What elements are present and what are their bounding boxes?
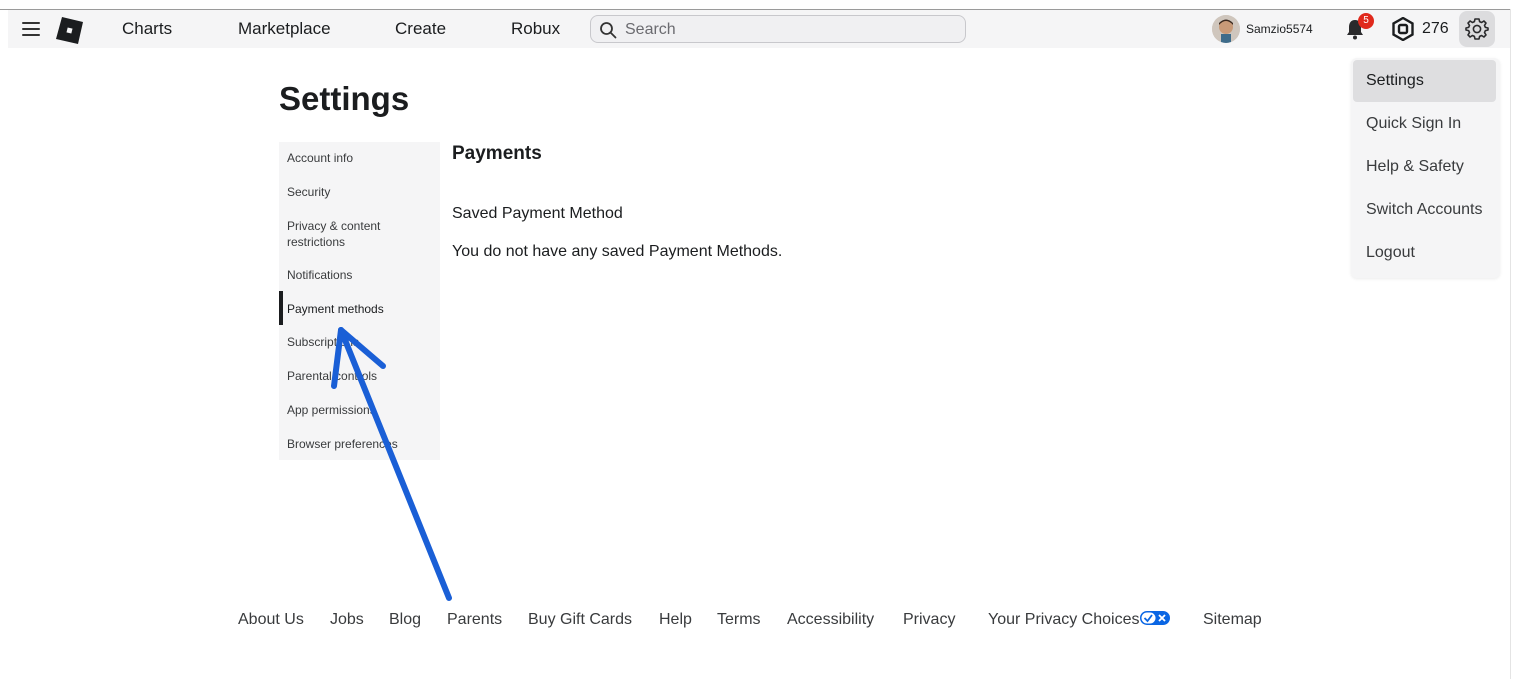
footer-link-terms[interactable]: Terms [717,608,761,632]
footer-link-jobs[interactable]: Jobs [330,608,364,632]
footer-link-accessibility[interactable]: Accessibility [787,608,874,632]
footer-link-sitemap[interactable]: Sitemap [1203,608,1262,632]
footer-link-help[interactable]: Help [659,608,692,632]
footer-link-blog[interactable]: Blog [389,608,421,632]
privacy-choices-toggle-icon [1140,611,1171,626]
annotation-arrow-icon [331,327,452,601]
footer-link-parents[interactable]: Parents [447,608,502,632]
privacy-choices-label: Your Privacy Choices [988,611,1140,628]
footer-link-buy-gift-cards[interactable]: Buy Gift Cards [528,608,632,632]
footer-link-privacy-choices[interactable]: Your Privacy Choices [988,608,1171,632]
footer-link-privacy[interactable]: Privacy [903,608,955,632]
footer-link-about-us[interactable]: About Us [238,608,304,632]
